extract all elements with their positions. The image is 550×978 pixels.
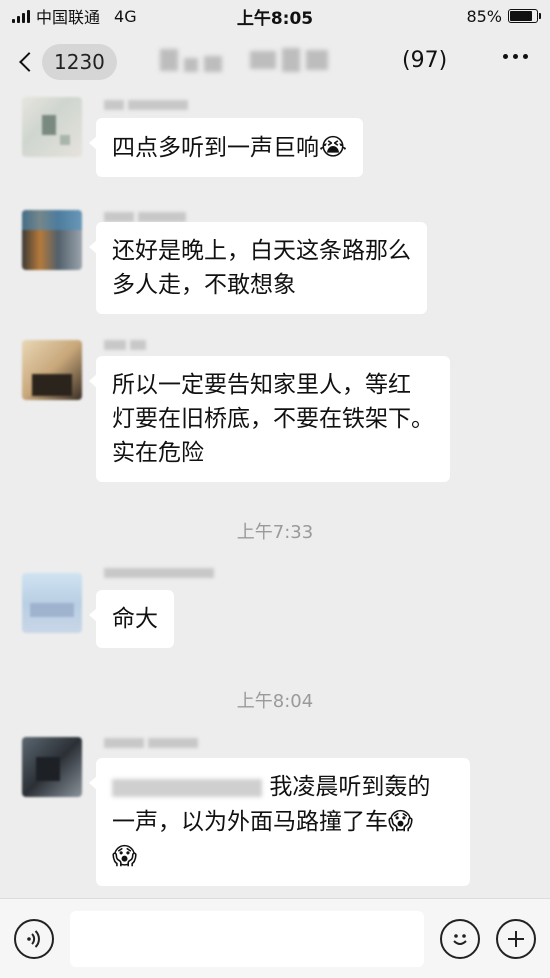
blurred-title-part	[250, 51, 276, 69]
message-text-line: 实在危险	[112, 440, 204, 466]
avatar[interactable]	[22, 97, 82, 157]
crying-emoji-icon: 😭	[319, 133, 348, 161]
back-button[interactable]: 1230	[14, 44, 117, 80]
message-bubble[interactable]: 所以一定要告知家里人，等红 灯要在旧桥底，不要在铁架下。 实在危险	[89, 356, 450, 482]
blurred-name-part	[104, 100, 124, 110]
message-text-line: 一声，以为外面马路撞了车😱	[112, 804, 454, 839]
carrier-label: 中国联通	[36, 8, 101, 27]
blurred-title-part	[184, 58, 198, 72]
blurred-title-part	[160, 49, 178, 71]
nav-bar: 1230 (97)	[0, 32, 550, 92]
more-icon-dot	[523, 54, 528, 59]
avatar[interactable]	[22, 573, 82, 633]
blurred-name-part	[104, 568, 214, 578]
message-text: 命大	[112, 606, 158, 632]
blurred-name-part	[148, 738, 198, 748]
emoji-button[interactable]	[440, 918, 480, 959]
blurred-name-part	[104, 738, 144, 748]
sender-name-blurred	[104, 100, 188, 112]
message-bubble[interactable]: 四点多听到一声巨响😭	[88, 118, 364, 177]
blurred-name-part	[128, 100, 188, 110]
blurred-title-part	[204, 56, 222, 72]
status-time: 上午8:05	[236, 8, 314, 29]
avatar[interactable]	[22, 737, 82, 797]
emoji-icon	[453, 933, 467, 945]
blurred-name-part	[104, 340, 126, 350]
battery-percent: 85%	[466, 6, 502, 26]
blurred-title-part	[306, 50, 328, 70]
signal-icon	[12, 9, 30, 23]
member-count: (97)	[402, 48, 448, 73]
plus-button[interactable]	[496, 918, 536, 959]
blurred-name-part	[104, 212, 134, 222]
more-button[interactable]	[503, 54, 528, 59]
plus-icon	[508, 930, 524, 947]
message-text-line: 多人走，不敢想象	[112, 272, 296, 298]
message-text-part: 一声，以为外面马路撞了车	[112, 809, 388, 835]
more-icon-dot	[513, 54, 518, 59]
timestamp: 上午8:04	[236, 691, 314, 712]
message-input[interactable]	[70, 910, 424, 967]
network-label: 4G	[114, 6, 137, 26]
more-icon-dot	[503, 54, 508, 59]
sender-name-blurred	[104, 340, 146, 352]
message-text: 四点多听到一声巨响	[112, 135, 319, 161]
avatar[interactable]	[22, 210, 82, 270]
status-left: 中国联通 4G	[12, 4, 137, 28]
sender-name-blurred	[104, 738, 198, 750]
status-right: 85%	[466, 6, 541, 26]
message-text-line: 灯要在旧桥底，不要在铁架下。	[112, 406, 434, 432]
message-text-line: 还好是晚上，白天这条路那么	[112, 238, 411, 264]
voice-button[interactable]	[14, 918, 54, 959]
blurred-title-part	[282, 48, 300, 72]
back-icon	[19, 52, 39, 72]
timestamp: 上午7:33	[236, 522, 314, 543]
message-bubble[interactable]: 还好是晚上，白天这条路那么 多人走，不敢想象	[89, 222, 427, 314]
unread-badge: 1230	[42, 44, 117, 80]
blurred-name-part	[138, 212, 186, 222]
input-bar	[0, 898, 550, 978]
blurred-name-part	[130, 340, 146, 350]
sender-name-blurred	[104, 568, 214, 580]
chat-title-blurred	[160, 48, 328, 72]
voice-icon	[27, 929, 40, 948]
scream-emoji-icon: 😱	[112, 842, 138, 870]
blurred-text	[112, 778, 262, 797]
status-bar: 中国联通 4G 上午8:05 85%	[0, 0, 550, 32]
scream-emoji-icon: 😱	[388, 807, 414, 835]
message-bubble[interactable]: 我凌晨听到轰的 一声，以为外面马路撞了车😱 😱	[89, 758, 470, 886]
message-text-line: 我凌晨听到轰的	[269, 774, 431, 800]
battery-fill	[510, 11, 533, 21]
avatar[interactable]	[22, 340, 82, 400]
message-bubble[interactable]: 命大	[89, 590, 174, 648]
message-text-line: 所以一定要告知家里人，等红	[112, 372, 411, 398]
battery-icon	[508, 9, 541, 23]
